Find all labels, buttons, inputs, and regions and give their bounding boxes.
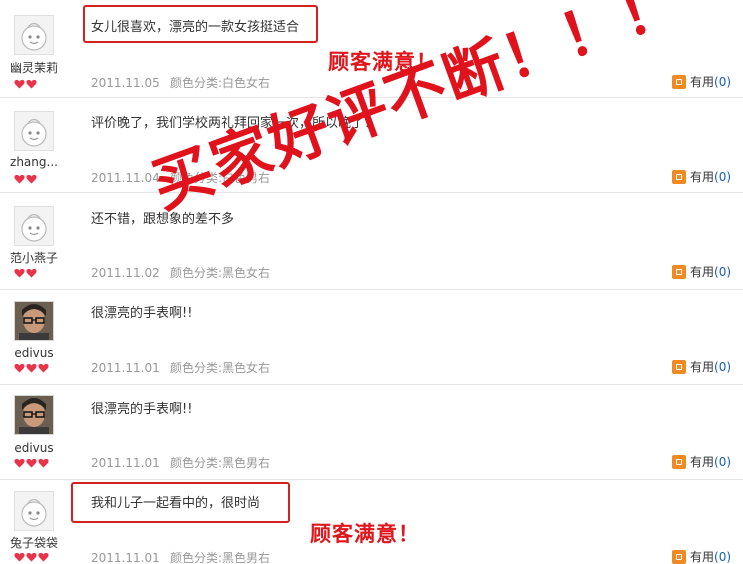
heart-icon (14, 268, 25, 278)
default-avatar-icon[interactable] (14, 15, 54, 55)
highlight-box (71, 482, 290, 523)
reviewer-level (14, 458, 49, 468)
useful-button[interactable]: 有用 (0) (672, 453, 731, 470)
useful-count[interactable]: (0) (714, 170, 731, 184)
heart-icon (14, 458, 25, 468)
review-text: 很漂亮的手表啊!! (91, 306, 193, 321)
default-avatar-icon[interactable] (14, 491, 54, 531)
useful-count[interactable]: (0) (714, 550, 731, 564)
useful-count[interactable]: (0) (714, 455, 731, 469)
review-date: 2011.11.01 (91, 361, 160, 375)
review-row: 范小燕子 还不错，跟想象的差不多 2011.11.02 颜色分类:黑色女右 有用(… (0, 193, 743, 290)
review-date: 2011.11.05 (91, 76, 160, 90)
reviewer-name[interactable]: edivus (2, 346, 66, 360)
reviewer-name[interactable]: zhang... (2, 155, 66, 169)
reviewer-level (14, 268, 37, 278)
highlight-box (83, 5, 318, 43)
review-meta: 2011.11.01 颜色分类:黑色男右 (91, 454, 270, 471)
heart-icon (26, 174, 37, 184)
useful-icon (672, 549, 686, 564)
review-variant: 颜色分类:黑色男右 (170, 551, 271, 564)
review-meta: 2011.11.01 颜色分类:黑色男右 (91, 549, 270, 564)
useful-label: 有用 (690, 265, 715, 279)
heart-icon (14, 363, 25, 373)
heart-icon (26, 79, 37, 89)
reviewer-name[interactable]: 幽灵茉莉 (2, 59, 66, 76)
heart-icon (14, 552, 25, 562)
review-date: 2011.11.02 (91, 266, 160, 280)
useful-count[interactable]: (0) (714, 75, 731, 89)
reviewer-name[interactable]: 兔子袋袋 (2, 534, 66, 551)
reviewer-level (14, 174, 37, 184)
review-variant: 颜色分类:黑色女右 (170, 361, 271, 375)
useful-label: 有用 (690, 170, 715, 184)
photo-avatar-icon[interactable] (14, 301, 54, 341)
useful-icon (672, 359, 686, 374)
photo-avatar-icon[interactable] (14, 395, 54, 435)
useful-icon (672, 264, 686, 279)
useful-label: 有用 (690, 550, 715, 564)
heart-icon (26, 552, 37, 562)
heart-icon (38, 552, 49, 562)
heart-icon (14, 174, 25, 184)
useful-label: 有用 (690, 455, 715, 469)
heart-icon (26, 363, 37, 373)
useful-count[interactable]: (0) (714, 360, 731, 374)
heart-icon (38, 363, 49, 373)
useful-icon (672, 454, 686, 469)
reviewer-level (14, 552, 49, 562)
review-meta: 2011.11.05 颜色分类:白色女右 (91, 74, 270, 91)
review-row: edivus 很漂亮的手表啊!! 2011.11.01 颜色分类:黑色男右 有用(… (0, 385, 743, 480)
useful-button[interactable]: 有用 (0) (672, 263, 731, 280)
useful-button[interactable]: 有用 (0) (672, 168, 731, 185)
reviewer-name[interactable]: 范小燕子 (2, 249, 66, 266)
useful-button[interactable]: 有用 (0) (672, 548, 731, 564)
review-meta: 2011.11.01 颜色分类:黑色女右 (91, 359, 270, 376)
heart-icon (38, 458, 49, 468)
heart-icon (26, 458, 37, 468)
useful-label: 有用 (690, 360, 715, 374)
reviewer-name[interactable]: edivus (2, 441, 66, 455)
review-row: edivus 很漂亮的手表啊!! 2011.11.01 颜色分类:黑色女右 有用(… (0, 290, 743, 385)
review-date: 2011.11.01 (91, 551, 160, 564)
review-variant: 颜色分类:黑色女右 (170, 266, 271, 280)
review-date: 2011.11.01 (91, 456, 160, 470)
review-variant: 颜色分类:黑色男右 (170, 456, 271, 470)
useful-button[interactable]: 有用 (0) (672, 358, 731, 375)
heart-icon (14, 79, 25, 89)
default-avatar-icon[interactable] (14, 206, 54, 246)
reviewer-level (14, 363, 49, 373)
default-avatar-icon[interactable] (14, 111, 54, 151)
useful-count[interactable]: (0) (714, 265, 731, 279)
useful-icon (672, 169, 686, 184)
review-text: 很漂亮的手表啊!! (91, 402, 193, 417)
heart-icon (26, 268, 37, 278)
reviewer-level (14, 79, 37, 89)
satisfied-annotation: 顾客满意！ (310, 522, 420, 546)
useful-icon (672, 74, 686, 89)
useful-label: 有用 (690, 75, 715, 89)
review-variant: 颜色分类:白色女右 (170, 76, 271, 90)
review-meta: 2011.11.02 颜色分类:黑色女右 (91, 264, 270, 281)
useful-button[interactable]: 有用 (0) (672, 73, 731, 90)
